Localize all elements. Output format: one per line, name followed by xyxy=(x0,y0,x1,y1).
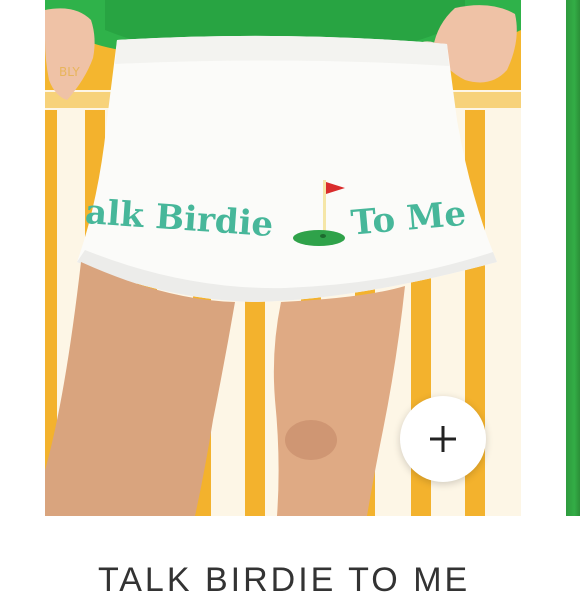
carousel-left-gutter xyxy=(0,0,45,516)
plus-icon xyxy=(430,426,456,452)
waistband-tag: BLY xyxy=(59,65,80,79)
product-title[interactable]: TALK BIRDIE TO ME xyxy=(98,560,518,600)
add-to-cart-button[interactable] xyxy=(400,396,486,482)
product-image-carousel[interactable]: alk Birdie To Me BLY xyxy=(0,0,580,516)
next-image-peek[interactable] xyxy=(566,0,580,516)
